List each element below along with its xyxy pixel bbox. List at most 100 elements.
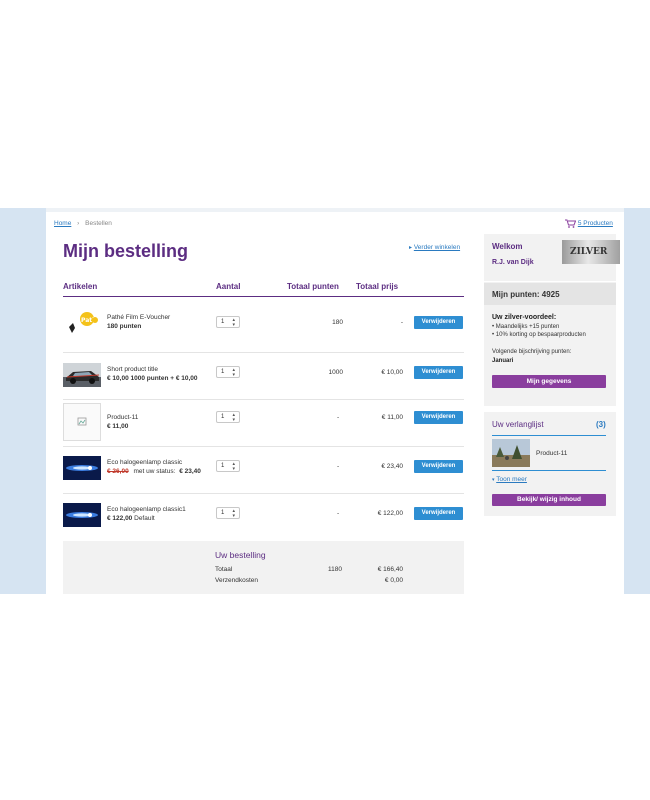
member-name: R.J. van Dijk xyxy=(492,259,534,266)
welcome-panel: Welkom R.J. van Dijk ZILVER Mijn punten:… xyxy=(484,234,620,406)
points-label: Mijn punten: 4925 xyxy=(492,290,560,299)
quantity-value: 1 xyxy=(221,414,225,420)
product-name: Eco halogeenlamp classic xyxy=(107,459,183,466)
breadcrumb: Home › Bestellen xyxy=(54,220,112,227)
wishlist-panel: Uw verlanglijst (3) Product-11 ▾ Toon me… xyxy=(484,412,616,516)
wishlist-item-name[interactable]: Product-11 xyxy=(536,450,567,457)
row-price: € 23,40 xyxy=(381,463,403,470)
row-price: - xyxy=(400,319,403,326)
benefit-list: • Maandelijks +15 punten • 10% korting o… xyxy=(492,324,586,338)
wishlist-count: (3) xyxy=(596,420,606,429)
breadcrumb-current: Bestellen xyxy=(85,220,112,227)
product-detail: 180 punten xyxy=(107,323,142,330)
product-name: Short product title xyxy=(107,366,158,373)
benefit-title: Uw zilver-voordeel: xyxy=(492,314,557,321)
page-title: Mijn bestelling xyxy=(63,241,189,261)
quantity-value: 1 xyxy=(221,510,225,516)
row-price: € 11,00 xyxy=(381,414,403,421)
wishlist-item-thumb[interactable] xyxy=(492,439,530,467)
old-price: € 26,00 xyxy=(107,468,129,475)
breadcrumb-home[interactable]: Home xyxy=(54,220,71,227)
quantity-select[interactable]: 1 ▴ ▾ xyxy=(216,507,240,519)
pathe-logo: Pathé xyxy=(63,311,101,335)
row-divider xyxy=(63,352,464,353)
product-name: Pathé Film E-Voucher xyxy=(107,314,171,321)
points-bar: Mijn punten: 4925 xyxy=(484,283,616,305)
quantity-select[interactable]: 1 ▴ ▾ xyxy=(216,411,240,423)
wishlist-divider xyxy=(492,435,606,436)
next-credit-value: Januari xyxy=(492,358,514,364)
row-divider xyxy=(63,399,464,400)
row-divider xyxy=(63,446,464,447)
cart-link[interactable]: 5 Producten xyxy=(565,219,613,228)
row-price: € 10,00 xyxy=(381,369,403,376)
product-detail: € 122,00 xyxy=(107,515,133,522)
status-price: € 23,40 xyxy=(179,468,201,475)
show-more-link[interactable]: ▾ Toon meer xyxy=(492,476,527,483)
header-divider xyxy=(63,296,464,297)
column-header-quantity: Aantal xyxy=(216,282,241,291)
my-details-button[interactable]: Mijn gegevens xyxy=(492,375,606,388)
car-photo xyxy=(63,363,101,387)
lamp-photo xyxy=(63,456,101,480)
continue-shopping-link[interactable]: ▸ Verder winkelen xyxy=(409,244,460,251)
show-more-label[interactable]: Toon meer xyxy=(496,476,527,483)
product-name: Product-11 xyxy=(107,414,139,421)
wishlist-divider-bottom xyxy=(492,470,606,471)
row-points: 180 xyxy=(332,319,343,326)
chevron-down-icon: ▾ xyxy=(492,477,495,483)
updown-icon: ▴ ▾ xyxy=(232,412,235,423)
row-points: - xyxy=(337,463,340,470)
breadcrumb-separator: › xyxy=(77,220,80,227)
quantity-select[interactable]: 1 ▴ ▾ xyxy=(216,316,240,328)
summary-title: Uw bestelling xyxy=(215,550,266,560)
row-points: 1000 xyxy=(328,369,343,376)
page-top-border xyxy=(46,208,624,212)
summary-total-price: € 166,40 xyxy=(377,566,403,573)
row-points: - xyxy=(337,414,340,421)
product-name: Eco halogeenlamp classic1 xyxy=(107,506,186,513)
column-header-articles: Artikelen xyxy=(63,282,98,291)
wishlist-title: Uw verlanglijst xyxy=(492,420,544,429)
cart-icon xyxy=(565,219,577,228)
order-row: Product-11 € 11,00 1 ▴ ▾ - € 11,00 Verwij… xyxy=(63,403,464,443)
broken-image-icon xyxy=(63,403,101,441)
product-price-detail: € 26,00 met uw status: € 23,40 xyxy=(107,468,201,475)
updown-icon: ▴ ▾ xyxy=(232,461,235,472)
product-price-detail: € 122,00 Default xyxy=(107,515,155,522)
quantity-select[interactable]: 1 ▴ ▾ xyxy=(216,460,240,472)
welcome-title: Welkom xyxy=(492,242,523,251)
row-price: € 122,00 xyxy=(377,510,403,517)
summary-shipping-price: € 0,00 xyxy=(384,577,403,584)
quantity-value: 1 xyxy=(221,319,225,325)
status-label: met uw status: xyxy=(133,468,176,475)
remove-button[interactable]: Verwijderen xyxy=(414,411,463,424)
row-divider xyxy=(63,493,464,494)
summary-total-label: Totaal xyxy=(215,566,233,573)
column-header-total-price: Totaal prijs xyxy=(356,282,399,291)
summary-total-points: 1180 xyxy=(328,566,342,573)
continue-shopping-label[interactable]: Verder winkelen xyxy=(414,244,460,251)
cart-count[interactable]: 5 Producten xyxy=(578,220,613,227)
updown-icon: ▴ ▾ xyxy=(232,317,235,328)
next-credit-label: Volgende bijschrijving punten: xyxy=(492,349,572,355)
remove-button[interactable]: Verwijderen xyxy=(414,316,463,329)
remove-button[interactable]: Verwijderen xyxy=(414,460,463,473)
benefit-item: • Maandelijks +15 punten xyxy=(492,324,560,330)
benefit-item: • 10% korting op bespaarproducten xyxy=(492,332,586,338)
status-badge-label: ZILVER xyxy=(570,247,608,257)
remove-button[interactable]: Verwijderen xyxy=(414,366,463,379)
view-edit-wishlist-button[interactable]: Bekijk/ wijzig inhoud xyxy=(492,494,606,506)
welcome-divider xyxy=(484,281,616,282)
chevron-right-icon: ▸ xyxy=(409,245,413,251)
page-container: Home › Bestellen 5 Producten Mijn bestel… xyxy=(46,208,624,594)
summary-shipping-label: Verzendkosten xyxy=(215,577,259,584)
quantity-value: 1 xyxy=(221,463,225,469)
updown-icon: ▴ ▾ xyxy=(232,508,235,519)
order-row: Short product title € 10,00 1000 punten … xyxy=(63,356,464,396)
column-header-total-points: Totaal punten xyxy=(287,282,339,291)
quantity-select[interactable]: 1 ▴ ▾ xyxy=(216,366,240,378)
product-detail: € 11,00 xyxy=(107,423,129,430)
remove-button[interactable]: Verwijderen xyxy=(414,507,463,520)
row-points: - xyxy=(337,510,340,517)
